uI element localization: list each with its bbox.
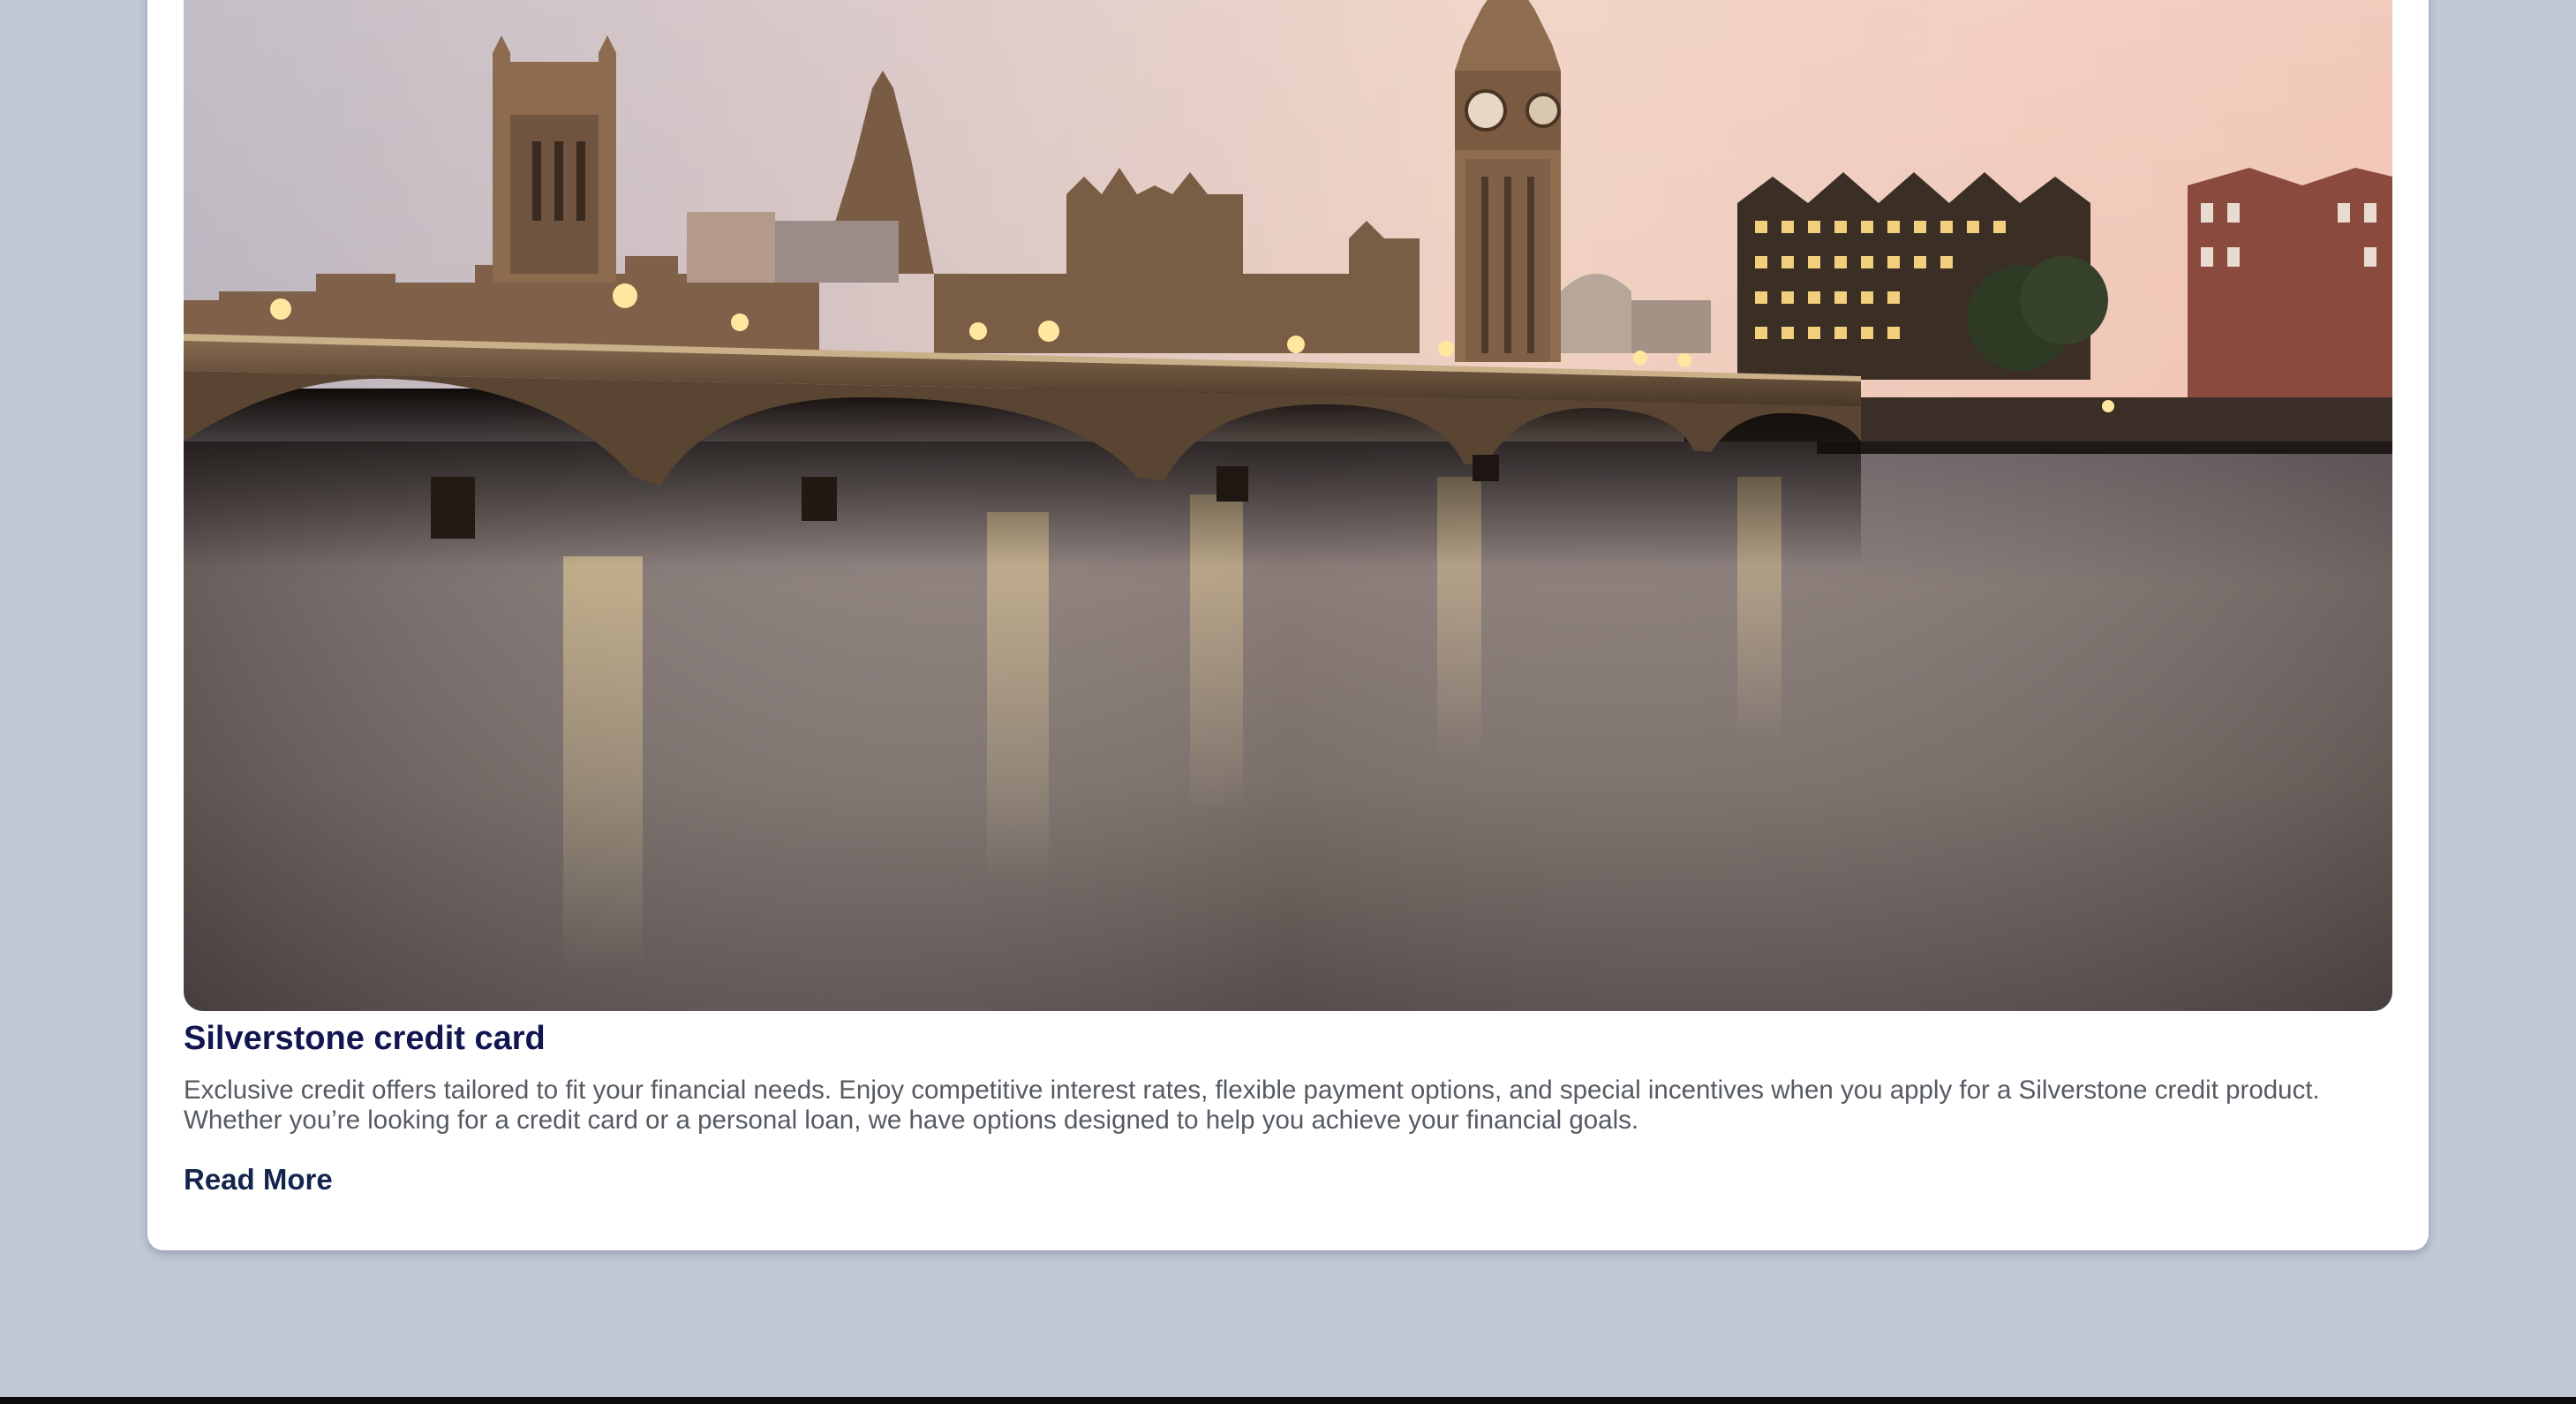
page: Silverstone credit card Exclusive credit… [0, 0, 2576, 1404]
card-title: Silverstone credit card [184, 1020, 546, 1057]
read-more-link[interactable]: Read More [184, 1159, 333, 1200]
card-image [184, 0, 2392, 1011]
article-card: Silverstone credit card Exclusive credit… [147, 0, 2429, 1250]
card-description: Exclusive credit offers tailored to fit … [184, 1076, 2320, 1135]
footer-bar [0, 1397, 2576, 1404]
